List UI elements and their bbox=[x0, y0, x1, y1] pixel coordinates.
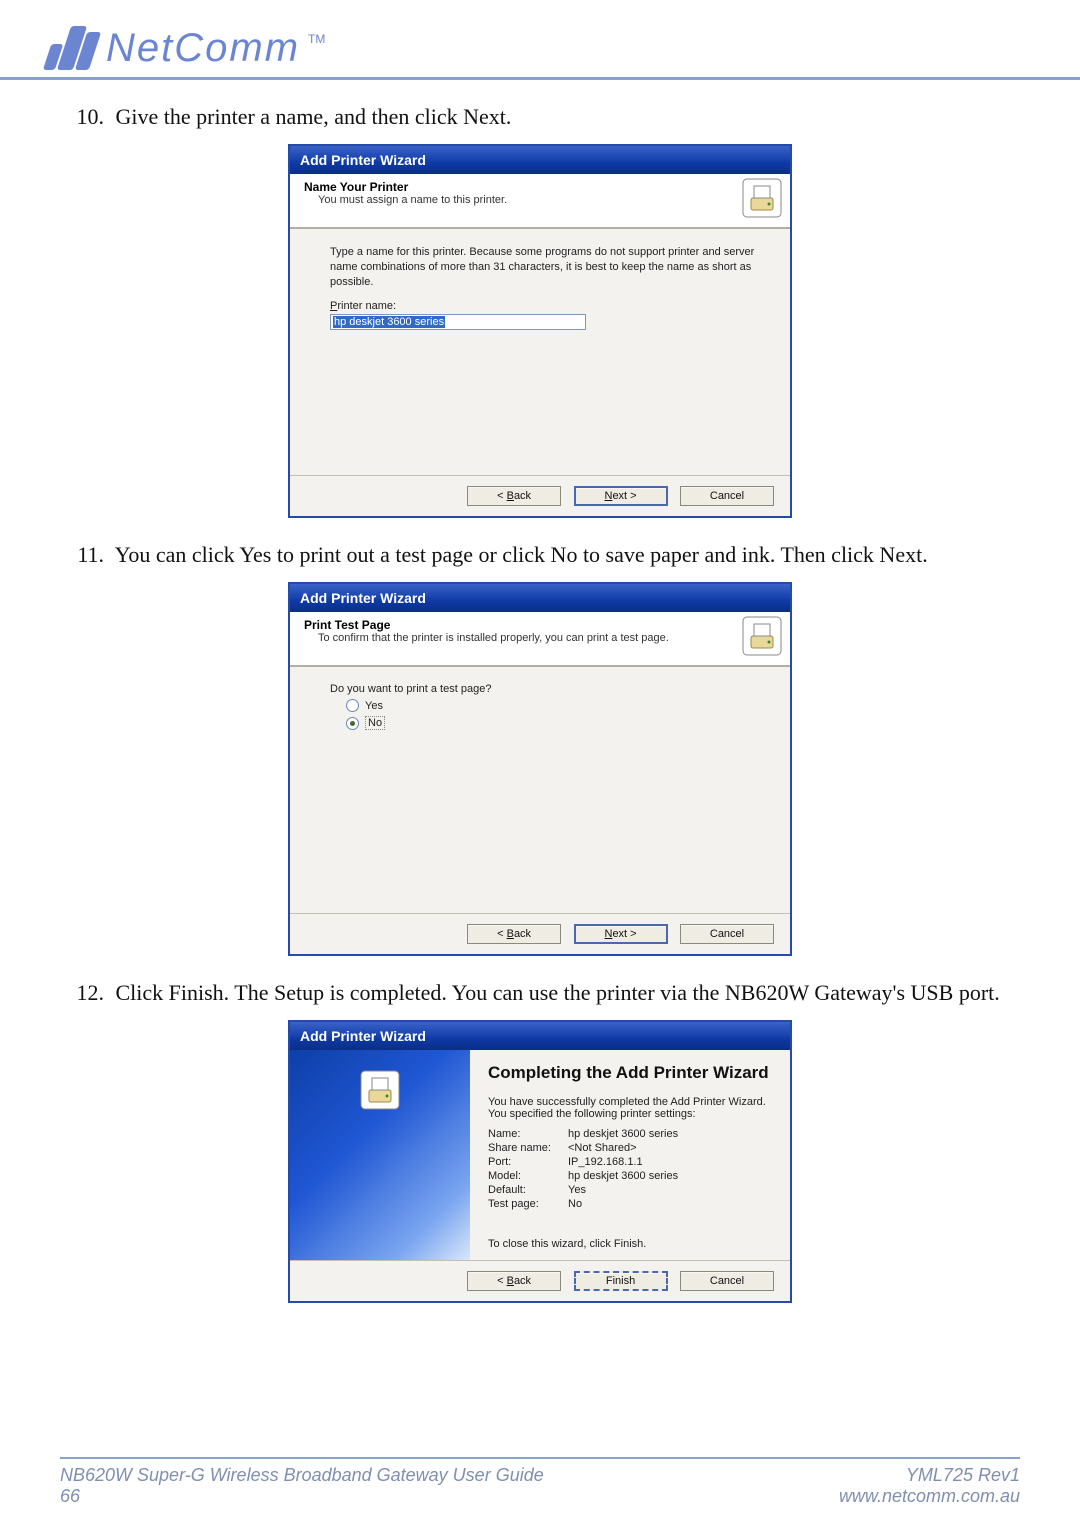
radio-no[interactable]: No bbox=[346, 716, 760, 730]
settings-row: Test page:No bbox=[488, 1198, 772, 1210]
wizard-body: Completing the Add Printer Wizard You ha… bbox=[290, 1050, 790, 1259]
printer-icon bbox=[742, 174, 790, 227]
footer-page-number: 66 bbox=[60, 1486, 544, 1507]
settings-key: Share name: bbox=[488, 1142, 568, 1154]
printer-icon bbox=[742, 612, 790, 665]
back-button[interactable]: < Back bbox=[467, 486, 561, 506]
brand-logo: NetComm TM bbox=[50, 26, 1020, 71]
wizard-name-printer: Add Printer Wizard Name Your Printer You… bbox=[288, 144, 792, 518]
step-10: 10. Give the printer a name, and then cl… bbox=[60, 100, 1020, 134]
next-button[interactable]: Next > bbox=[574, 486, 668, 506]
completing-desc: You have successfully completed the Add … bbox=[488, 1096, 772, 1120]
settings-key: Port: bbox=[488, 1156, 568, 1168]
wizard-heading: Name Your Printer bbox=[304, 180, 732, 194]
brand-tm: TM bbox=[308, 32, 325, 46]
settings-value: hp deskjet 3600 series bbox=[568, 1170, 678, 1182]
cancel-button[interactable]: Cancel bbox=[680, 1271, 774, 1291]
step-number: 11. bbox=[72, 538, 104, 572]
wizard-titlebar: Add Printer Wizard bbox=[290, 1022, 790, 1050]
footer-right-rev: YML725 Rev1 bbox=[906, 1465, 1020, 1486]
page-footer: NB620W Super-G Wireless Broadband Gatewa… bbox=[60, 1457, 1020, 1507]
settings-value: <Not Shared> bbox=[568, 1142, 637, 1154]
footer-rule bbox=[60, 1457, 1020, 1459]
wizard-test-page: Add Printer Wizard Print Test Page To co… bbox=[288, 582, 792, 956]
wizard-buttons: < Back Next > Cancel bbox=[290, 475, 790, 516]
step-number: 10. bbox=[72, 100, 104, 134]
printer-name-input[interactable]: hp deskjet 3600 series bbox=[330, 314, 586, 330]
wizard-subheading: You must assign a name to this printer. bbox=[304, 194, 732, 206]
wizard-titlebar: Add Printer Wizard bbox=[290, 584, 790, 612]
wizard-body: Do you want to print a test page? Yes No bbox=[290, 667, 790, 913]
settings-row: Name:hp deskjet 3600 series bbox=[488, 1128, 772, 1140]
settings-row: Default:Yes bbox=[488, 1184, 772, 1196]
radio-icon bbox=[346, 699, 359, 712]
step-12: 12. Click Finish. The Setup is completed… bbox=[60, 976, 1020, 1010]
test-page-question: Do you want to print a test page? bbox=[330, 683, 760, 695]
cancel-button[interactable]: Cancel bbox=[680, 486, 774, 506]
step-11: 11. You can click Yes to print out a tes… bbox=[60, 538, 1020, 572]
step-text: Click Finish. The Setup is completed. Yo… bbox=[116, 980, 1000, 1005]
completing-heading: Completing the Add Printer Wizard bbox=[488, 1062, 772, 1083]
header-rule bbox=[0, 77, 1080, 80]
settings-value: IP_192.168.1.1 bbox=[568, 1156, 643, 1168]
settings-key: Test page: bbox=[488, 1198, 568, 1210]
radio-icon bbox=[346, 717, 359, 730]
settings-value: hp deskjet 3600 series bbox=[568, 1128, 678, 1140]
back-button[interactable]: < Back bbox=[467, 924, 561, 944]
back-button[interactable]: < Back bbox=[467, 1271, 561, 1291]
wizard-buttons: < Back Next > Cancel bbox=[290, 913, 790, 954]
settings-value: Yes bbox=[568, 1184, 586, 1196]
brand-word: NetComm bbox=[106, 26, 300, 71]
wizard-header: Name Your Printer You must assign a name… bbox=[290, 174, 790, 229]
wizard-body: Type a name for this printer. Because so… bbox=[290, 229, 790, 475]
settings-row: Port:IP_192.168.1.1 bbox=[488, 1156, 772, 1168]
settings-row: Model:hp deskjet 3600 series bbox=[488, 1170, 772, 1182]
footer-left-title: NB620W Super-G Wireless Broadband Gatewa… bbox=[60, 1465, 544, 1486]
radio-label: No bbox=[365, 716, 385, 730]
closing-text: To close this wizard, click Finish. bbox=[488, 1238, 772, 1250]
cancel-button[interactable]: Cancel bbox=[680, 924, 774, 944]
wizard-buttons: < Back Finish Cancel bbox=[290, 1260, 790, 1301]
wizard-completing: Add Printer Wizard Completing the Add Pr… bbox=[288, 1020, 792, 1302]
settings-key: Model: bbox=[488, 1170, 568, 1182]
step-number: 12. bbox=[72, 976, 104, 1010]
next-button[interactable]: Next > bbox=[574, 924, 668, 944]
finish-button[interactable]: Finish bbox=[574, 1271, 668, 1291]
radio-label: Yes bbox=[365, 700, 383, 712]
wizard-heading: Print Test Page bbox=[304, 618, 732, 632]
settings-value: No bbox=[568, 1198, 582, 1210]
wizard-side-graphic bbox=[290, 1050, 470, 1259]
settings-row: Share name:<Not Shared> bbox=[488, 1142, 772, 1154]
footer-right-url: www.netcomm.com.au bbox=[839, 1486, 1020, 1507]
brand-mark bbox=[43, 26, 103, 70]
radio-yes[interactable]: Yes bbox=[346, 699, 760, 712]
wizard-subheading: To confirm that the printer is installed… bbox=[304, 632, 732, 644]
wizard-hint: Type a name for this printer. Because so… bbox=[330, 245, 760, 290]
step-text: You can click Yes to print out a test pa… bbox=[115, 542, 928, 567]
wizard-header: Print Test Page To confirm that the prin… bbox=[290, 612, 790, 667]
wizard-titlebar: Add Printer Wizard bbox=[290, 146, 790, 174]
settings-key: Default: bbox=[488, 1184, 568, 1196]
settings-list: Name:hp deskjet 3600 seriesShare name:<N… bbox=[488, 1128, 772, 1210]
printer-name-label: Printer name: bbox=[330, 300, 760, 312]
settings-key: Name: bbox=[488, 1128, 568, 1140]
step-text: Give the printer a name, and then click … bbox=[116, 104, 512, 129]
